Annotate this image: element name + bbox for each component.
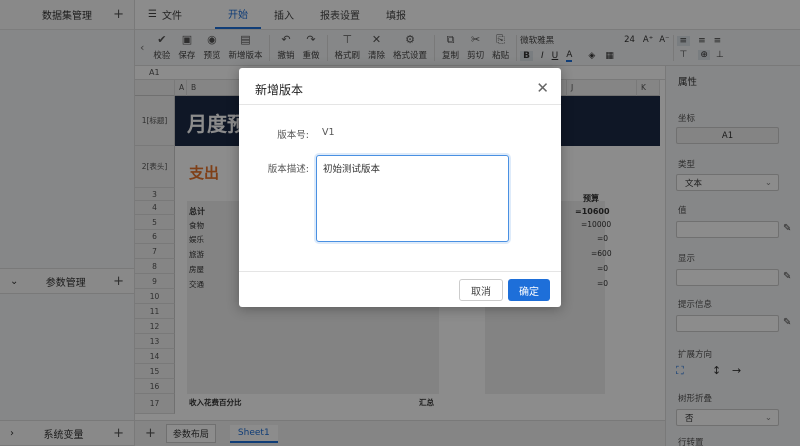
new-version-dialog: 新增版本 ✕ 版本号: V1 版本描述: 初始测试版本 取消 确定 xyxy=(239,68,561,307)
close-icon[interactable]: ✕ xyxy=(536,79,549,97)
dialog-divider xyxy=(239,104,561,105)
cancel-button[interactable]: 取消 xyxy=(459,279,503,301)
description-label: 版本描述: xyxy=(267,164,309,175)
confirm-button[interactable]: 确定 xyxy=(508,279,550,301)
description-textarea[interactable]: 初始测试版本 xyxy=(316,155,509,242)
version-label: 版本号: xyxy=(277,130,309,141)
dialog-divider xyxy=(239,271,561,272)
dialog-title: 新增版本 xyxy=(255,83,304,97)
version-value: V1 xyxy=(322,127,335,138)
app-root: 数据集管理 + ⌄ 参数管理 + › 系统变量 + ☰ 文件 开始 插入 报表设置… xyxy=(0,0,800,446)
